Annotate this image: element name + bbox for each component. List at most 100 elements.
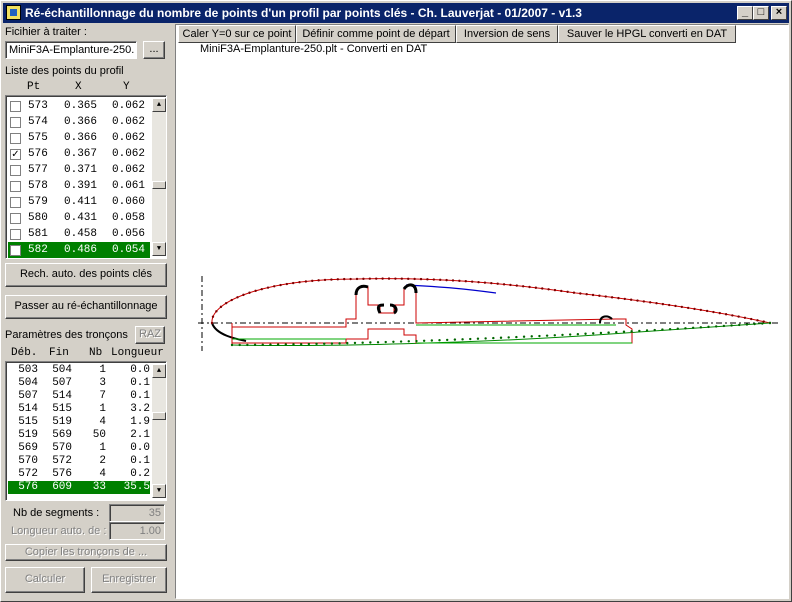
sections-scrollbar[interactable]: ▲ ▼ [152,364,166,498]
raz-button[interactable]: RAZ [135,326,165,344]
point-checkbox[interactable] [10,101,21,112]
point-checkbox[interactable] [10,181,21,192]
point-checkbox[interactable] [10,245,21,256]
profile-point [469,337,472,341]
set-start-button[interactable]: Définir comme point de départ [296,25,456,43]
save-button[interactable]: Enregistrer [91,567,167,593]
point-y: 0.058 [112,212,146,224]
invert-button[interactable]: Inversion de sens [456,25,558,43]
point-row[interactable]: 574 0.366 0.062 [8,114,150,130]
point-checkbox[interactable] [10,165,21,176]
scroll-thumb[interactable] [152,181,166,189]
profile-canvas[interactable]: Caler Y=0 sur ce point Définir comme poi… [175,24,789,599]
point-row[interactable]: ✓ 576 0.367 0.062 [8,146,150,162]
section-start: 572 [18,468,38,480]
profile-point [336,278,340,281]
section-row[interactable]: 507 514 7 0.1 [8,390,150,403]
scroll-down-arrow-icon[interactable]: ▼ [152,242,166,256]
title-bar[interactable]: Ré-échantillonnage du nombre de points d… [3,3,789,23]
profile-point [254,289,257,293]
section-start: 503 [18,364,38,376]
section-length: 0.1 [130,390,150,402]
section-row[interactable]: 519 569 50 2.1 [8,429,150,442]
section-end: 519 [52,416,72,428]
section-end: 515 [52,403,72,415]
section-length: 3.2 [130,403,150,415]
section-row[interactable]: 576 609 33 35.5 [8,481,150,494]
profile-point [707,325,710,329]
section-row[interactable]: 504 507 3 0.1 [8,377,150,390]
save-hpgl-button[interactable]: Sauver le HPGL converti en DAT [558,25,736,43]
point-y: 0.054 [112,244,146,256]
point-number: 578 [28,180,48,192]
profile-point [607,331,610,334]
profile-point [230,343,234,347]
section-row[interactable]: 572 576 4 0.2 [8,468,150,481]
profile-point [731,314,734,317]
set-y0-button[interactable]: Caler Y=0 sur ce point [178,25,296,43]
auto-keypoints-button[interactable]: Rech. auto. des points clés [5,263,167,287]
profile-point [585,293,588,296]
section-row[interactable]: 569 570 1 0.0 [8,442,150,455]
profile-point [591,293,595,297]
section-row[interactable]: 570 572 2 0.1 [8,455,150,468]
points-header-x: X [75,81,82,93]
minimize-button[interactable]: _ [737,6,753,20]
profile-point [699,326,703,329]
point-row[interactable]: 579 0.411 0.060 [8,194,150,210]
upper-surface [211,278,771,324]
autolen-field[interactable]: 1.00 [109,522,165,540]
point-checkbox[interactable] [10,229,21,240]
point-x: 0.365 [64,100,98,112]
point-row[interactable]: 582 0.486 0.054 [8,242,150,258]
profile-point [461,338,464,341]
point-row[interactable]: 575 0.366 0.062 [8,130,150,146]
segments-count-field[interactable]: 35 [109,504,165,522]
profile-point [238,343,241,347]
spar-blocks [354,283,418,315]
points-list[interactable]: ▲ ▼ 573 0.365 0.062 574 0.366 0.062 575 0.366 0.… [5,95,167,259]
section-start: 504 [18,377,38,389]
profile-point [407,277,410,281]
profile-point [553,288,557,292]
point-y: 0.061 [112,180,146,192]
point-number: 580 [28,212,48,224]
point-row[interactable]: 581 0.458 0.056 [8,226,150,242]
browse-button[interactable]: ... [143,41,165,59]
scroll-down-arrow-icon[interactable]: ▼ [152,484,166,498]
section-row[interactable]: 514 515 1 3.2 [8,403,150,416]
point-checkbox[interactable] [10,213,21,224]
profile-point [299,342,303,346]
point-checkbox[interactable] [10,117,21,128]
profile-point [483,281,487,284]
resample-button[interactable]: Passer au ré-échantillonnage [5,295,167,319]
point-checkbox[interactable] [10,133,21,144]
point-row[interactable]: 573 0.365 0.062 [8,98,150,114]
point-y: 0.062 [112,148,146,160]
profile-drawing [198,276,780,351]
profile-point [470,280,474,283]
sections-list[interactable]: ▲ ▼ 503 504 1 0.0 504 507 3 0.1 507 514 7 0.1 514 515… [5,361,167,501]
scroll-thumb[interactable] [152,412,166,420]
point-checkbox[interactable] [10,197,21,208]
profile-point [629,298,633,301]
point-x: 0.391 [64,180,98,192]
section-row[interactable]: 503 504 1 0.0 [8,364,150,377]
maximize-button[interactable]: □ [753,6,769,20]
point-row[interactable]: 577 0.371 0.062 [8,162,150,178]
section-row[interactable]: 515 519 4 1.9 [8,416,150,429]
copy-sections-button[interactable]: Copier les tronçons de ... [5,544,167,561]
profile-point [330,278,333,281]
profile-point [476,337,480,340]
compute-button[interactable]: Calculer [5,567,85,593]
point-checkbox[interactable]: ✓ [10,149,21,160]
point-row[interactable]: 580 0.431 0.058 [8,210,150,226]
scroll-up-arrow-icon[interactable]: ▲ [152,364,166,378]
points-scrollbar[interactable]: ▲ ▼ [152,98,166,256]
close-button[interactable]: × [771,6,787,20]
app-icon [6,5,21,20]
file-input[interactable]: MiniF3A-Emplanture-250. [5,41,137,59]
scroll-up-arrow-icon[interactable]: ▲ [152,98,166,112]
point-row[interactable]: 578 0.391 0.061 [8,178,150,194]
profile-point [384,340,387,344]
